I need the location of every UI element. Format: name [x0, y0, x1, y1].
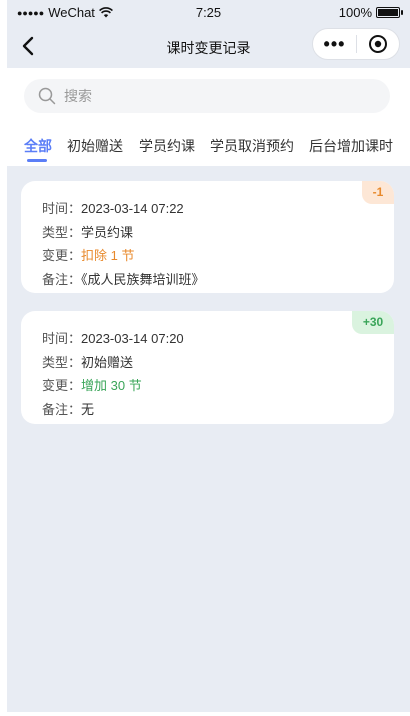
- active-tab-indicator: [27, 159, 47, 162]
- record-change-row: 变更：增加 30 节: [42, 374, 374, 398]
- record-card[interactable]: +30 时间：2023-03-14 07:20 类型：初始赠送 变更：增加 30…: [21, 311, 394, 424]
- record-time-row: 时间：2023-03-14 07:20: [42, 327, 374, 351]
- close-button[interactable]: [357, 34, 399, 54]
- time-value: 2023-03-14 07:20: [81, 331, 184, 346]
- status-right: 100%: [338, 5, 403, 20]
- tab-admin-add[interactable]: 后台增加课时: [309, 136, 393, 156]
- app-frame: ●●●●● WeChat 7:25 100% 课时变更记录 ••• 搜索 全部 …: [7, 0, 410, 712]
- note-label: 备注：: [42, 401, 82, 417]
- record-type-row: 类型：初始赠送: [42, 351, 374, 375]
- record-card[interactable]: -1 时间：2023-03-14 07:22 类型：学员约课 变更：扣除 1 节…: [21, 181, 394, 293]
- change-value: 扣除 1 节: [81, 248, 135, 263]
- target-close-icon: [368, 35, 387, 53]
- type-label: 类型：: [42, 224, 82, 240]
- mini-program-capsule: •••: [312, 28, 400, 60]
- tab-student-cancel[interactable]: 学员取消预约: [210, 136, 294, 156]
- more-button[interactable]: •••: [313, 28, 356, 60]
- tab-student-booking[interactable]: 学员约课: [139, 136, 195, 156]
- change-value: 增加 30 节: [81, 378, 142, 393]
- search-area: [7, 68, 410, 124]
- note-value: 《成人民族舞培训班》: [81, 271, 205, 287]
- time-value: 2023-03-14 07:22: [81, 201, 184, 216]
- battery-percent: 100%: [338, 5, 372, 20]
- type-value: 学员约课: [81, 224, 134, 240]
- nav-bar: 课时变更记录 •••: [7, 26, 410, 68]
- record-note-row: 备注：无: [42, 398, 374, 422]
- search-box[interactable]: [24, 79, 390, 113]
- change-badge: +30: [352, 311, 394, 334]
- time-label: 时间：: [42, 201, 82, 216]
- note-value: 无: [81, 401, 95, 417]
- change-label: 变更：: [42, 248, 82, 263]
- status-bar: ●●●●● WeChat 7:25 100%: [7, 0, 410, 26]
- search-icon: [38, 87, 56, 105]
- change-label: 变更：: [42, 378, 82, 393]
- change-badge: -1: [362, 181, 394, 204]
- record-time-row: 时间：2023-03-14 07:22: [42, 197, 374, 221]
- type-label: 类型：: [42, 354, 82, 370]
- note-label: 备注：: [42, 271, 82, 287]
- record-type-row: 类型：学员约课: [42, 221, 374, 245]
- tab-all[interactable]: 全部: [24, 136, 52, 156]
- search-input[interactable]: [64, 88, 364, 104]
- time-label: 时间：: [42, 331, 82, 346]
- battery-icon: [376, 7, 403, 18]
- tab-initial-gift[interactable]: 初始赠送: [67, 136, 123, 156]
- filter-tabs: 全部 初始赠送 学员约课 学员取消预约 后台增加课时: [7, 124, 410, 166]
- record-note-row: 备注：《成人民族舞培训班》: [42, 268, 374, 292]
- type-value: 初始赠送: [81, 354, 134, 370]
- record-change-row: 变更：扣除 1 节: [42, 244, 374, 268]
